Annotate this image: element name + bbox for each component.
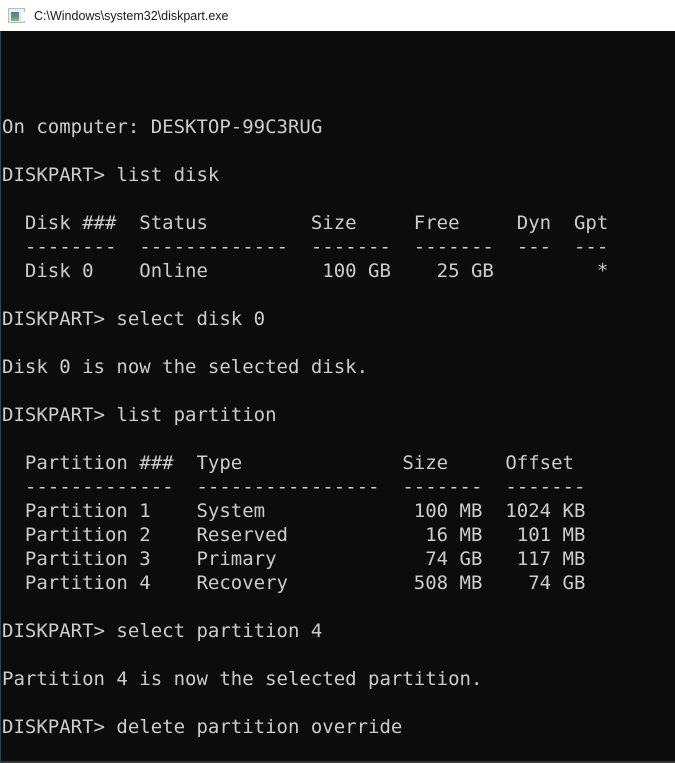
console-line bbox=[2, 283, 675, 307]
console-line bbox=[2, 427, 675, 451]
console-line bbox=[2, 595, 675, 619]
console-window-icon bbox=[8, 8, 25, 23]
console-line bbox=[2, 139, 675, 163]
console-line: DISKPART> list disk bbox=[2, 163, 675, 187]
console-line: DISKPART> select partition 4 bbox=[2, 619, 675, 643]
console-output[interactable]: On computer: DESKTOP-99C3RUG DISKPART> li… bbox=[0, 31, 675, 763]
console-line: Partition 4 is now the selected partitio… bbox=[2, 667, 675, 691]
console-line bbox=[2, 331, 675, 355]
console-line: Disk 0 Online 100 GB 25 GB * bbox=[2, 259, 675, 283]
title-bar[interactable]: C:\Windows\system32\diskpart.exe bbox=[0, 0, 675, 31]
console-line: Partition 3 Primary 74 GB 117 MB bbox=[2, 547, 675, 571]
console-line: Partition 2 Reserved 16 MB 101 MB bbox=[2, 523, 675, 547]
console-line bbox=[2, 187, 675, 211]
console-line: Partition 1 System 100 MB 1024 KB bbox=[2, 499, 675, 523]
console-line: DISKPART> list partition bbox=[2, 403, 675, 427]
diskpart-window: C:\Windows\system32\diskpart.exe On comp… bbox=[0, 0, 675, 763]
console-line bbox=[2, 739, 675, 763]
console-line: ------------- ---------------- ------- -… bbox=[2, 475, 675, 499]
console-line bbox=[2, 643, 675, 667]
console-line: Disk ### Status Size Free Dyn Gpt bbox=[2, 211, 675, 235]
console-line bbox=[2, 379, 675, 403]
console-line: DISKPART> delete partition override bbox=[2, 715, 675, 739]
console-line: -------- ------------- ------- ------- -… bbox=[2, 235, 675, 259]
console-line: Partition 4 Recovery 508 MB 74 GB bbox=[2, 571, 675, 595]
window-title: C:\Windows\system32\diskpart.exe bbox=[34, 9, 229, 23]
console-line: Disk 0 is now the selected disk. bbox=[2, 355, 675, 379]
console-line: DISKPART> select disk 0 bbox=[2, 307, 675, 331]
console-line bbox=[2, 691, 675, 715]
console-line: On computer: DESKTOP-99C3RUG bbox=[2, 115, 675, 139]
console-line: Partition ### Type Size Offset bbox=[2, 451, 675, 475]
